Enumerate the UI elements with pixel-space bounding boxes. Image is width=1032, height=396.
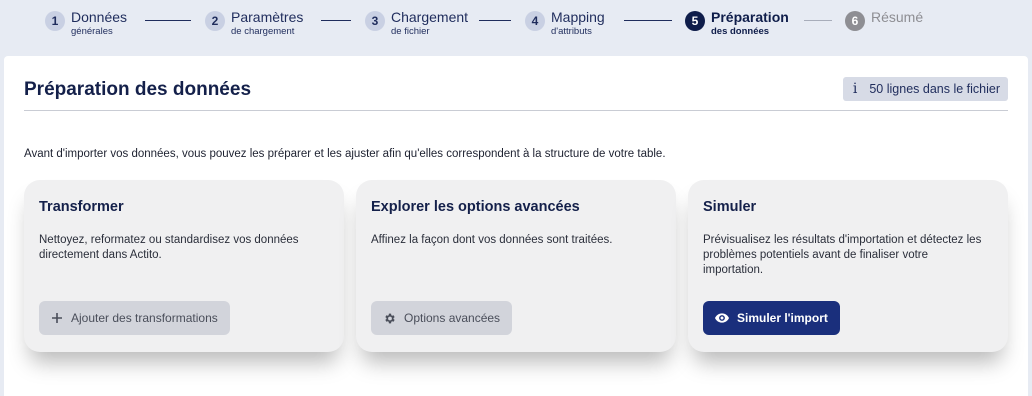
step-general-data[interactable]: 1 Données générales — [45, 10, 127, 37]
plus-icon — [51, 312, 63, 324]
button-label: Simuler l'import — [737, 311, 828, 325]
step-label: Résumé — [871, 9, 924, 25]
simulate-card: Simuler Prévisualisez les résultats d'im… — [688, 180, 1008, 352]
step-connector — [479, 20, 511, 21]
add-transformations-button[interactable]: Ajouter des transformations — [39, 301, 230, 335]
step-number: 6 — [845, 11, 865, 31]
step-summary: 6 Résumé — [845, 10, 923, 31]
title-divider — [24, 110, 1008, 111]
step-number: 4 — [525, 11, 545, 31]
button-label: Options avancées — [404, 311, 501, 325]
step-label: Données — [71, 9, 128, 25]
step-label: Chargement — [391, 9, 469, 25]
step-sublabel: des données — [711, 26, 770, 37]
card-description: Prévisualisez les résultats d'importatio… — [703, 234, 982, 276]
page-title: Préparation des données — [24, 79, 252, 100]
step-data-preparation[interactable]: 5 Préparation des données — [685, 10, 789, 37]
step-label: Mapping — [551, 9, 605, 25]
card-title: Explorer les options avancées — [371, 199, 580, 215]
button-label: Ajouter des transformations — [71, 311, 218, 325]
step-attribute-mapping[interactable]: 4 Mapping d'attributs — [525, 10, 605, 37]
data-preparation-panel: Préparation des données i 50 lignes dans… — [4, 56, 1028, 396]
card-description: Nettoyez, reformatez ou standardisez vos… — [39, 234, 299, 261]
row-count-badge: i 50 lignes dans le fichier — [842, 77, 1008, 101]
eye-icon — [715, 313, 729, 323]
step-label: Préparation — [711, 9, 789, 25]
step-sublabel: générales — [71, 26, 113, 37]
step-number: 1 — [45, 11, 65, 31]
step-number: 5 — [685, 11, 705, 31]
step-file-upload[interactable]: 3 Chargement de fichier — [365, 10, 468, 37]
advanced-options-button[interactable]: Options avancées — [371, 301, 513, 335]
advanced-options-card: Explorer les options avancées Affinez la… — [356, 180, 676, 352]
card-title: Transformer — [39, 199, 124, 215]
step-connector — [804, 20, 832, 21]
card-title: Simuler — [703, 199, 757, 215]
step-sublabel: de fichier — [391, 26, 430, 37]
info-icon: i — [852, 81, 858, 97]
step-connector — [321, 20, 351, 21]
row-count-text: 50 lignes dans le fichier — [869, 82, 1000, 96]
gear-icon — [383, 312, 396, 325]
import-stepper: 1 Données générales 2 Paramètres de char… — [0, 0, 1032, 52]
simulate-import-button[interactable]: Simuler l'import — [703, 301, 840, 335]
step-label: Paramètres — [231, 9, 304, 25]
card-description: Affinez la façon dont vos données sont t… — [371, 234, 613, 246]
step-connector — [145, 20, 191, 21]
step-sublabel: d'attributs — [551, 26, 592, 37]
step-number: 2 — [205, 11, 225, 31]
step-load-parameters[interactable]: 2 Paramètres de chargement — [205, 10, 303, 37]
transform-card: Transformer Nettoyez, reformatez ou stan… — [24, 180, 344, 352]
step-number: 3 — [365, 11, 385, 31]
intro-text: Avant d'importer vos données, vous pouve… — [24, 148, 666, 160]
step-connector — [624, 20, 672, 21]
step-sublabel: de chargement — [231, 26, 295, 37]
